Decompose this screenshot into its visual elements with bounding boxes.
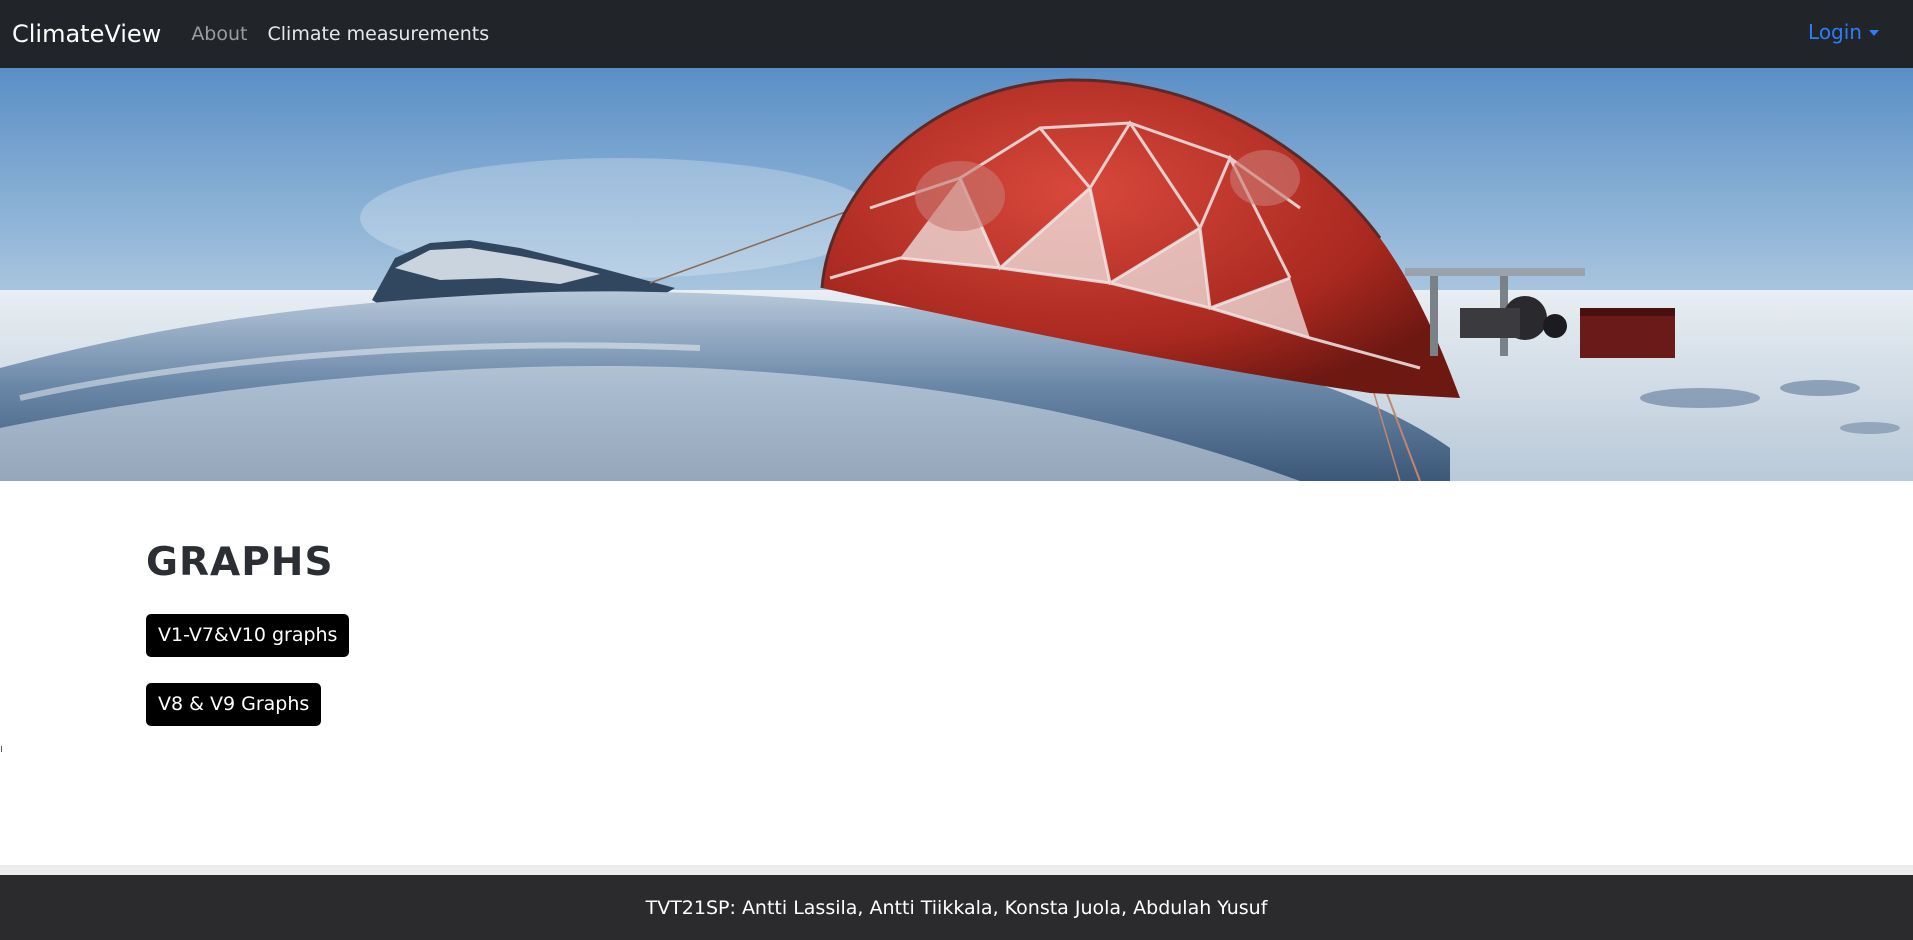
nav-link-climate-measurements[interactable]: Climate measurements	[268, 23, 490, 45]
v8-v9-graphs-button[interactable]: V8 & V9 Graphs	[146, 683, 322, 726]
hero-banner-image	[0, 68, 1913, 481]
top-navbar: ClimateView About Climate measurements L…	[0, 0, 1913, 68]
v1-v7-v10-graphs-button[interactable]: V1-V7&V10 graphs	[146, 614, 350, 657]
login-label: Login	[1808, 20, 1862, 44]
page-footer: TVT21SP: Antti Lassila, Antti Tiikkala, …	[0, 875, 1913, 940]
login-dropdown[interactable]: Login	[1808, 20, 1879, 44]
graphs-section: GRAPHS V1-V7&V10 graphs V8 & V9 Graphs	[146, 540, 350, 726]
brand-link[interactable]: ClimateView	[12, 20, 161, 48]
footer-divider	[0, 865, 1913, 875]
page-title: GRAPHS	[146, 540, 334, 585]
polar-dome-tent-photo	[0, 68, 1913, 481]
footer-credits: TVT21SP: Antti Lassila, Antti Tiikkala, …	[645, 896, 1268, 919]
stray-mark	[1, 746, 2, 752]
caret-down-icon	[1869, 30, 1879, 36]
nav-link-about[interactable]: About	[191, 23, 247, 45]
